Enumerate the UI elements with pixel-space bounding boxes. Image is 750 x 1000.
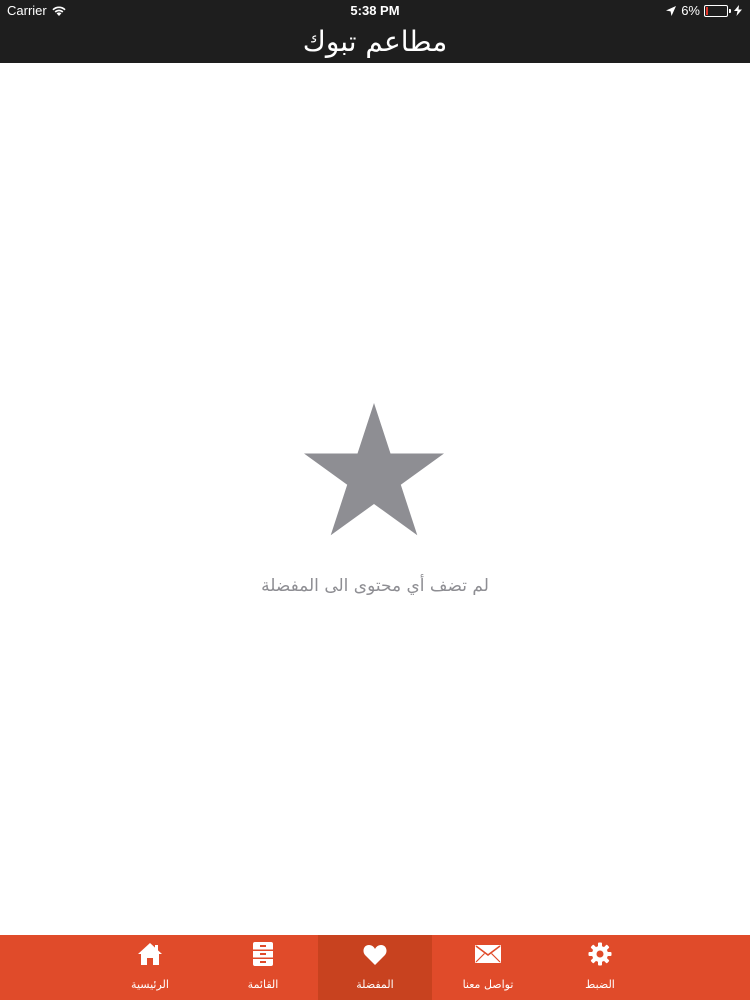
tab-label-settings: الضبط — [585, 978, 615, 991]
tab-settings[interactable]: الضبط — [543, 935, 657, 1000]
status-bar: Carrier 5:38 PM 6% — [0, 0, 750, 20]
tab-favorites[interactable]: المفضلة — [318, 935, 432, 1000]
tab-label-contact: تواصل معنا — [462, 978, 514, 991]
envelope-icon-wrap — [431, 941, 545, 967]
battery-nub — [729, 8, 731, 13]
home-icon — [138, 943, 162, 965]
tab-home[interactable]: الرئيسية — [93, 935, 207, 1000]
battery-fill — [706, 6, 708, 15]
tab-label-home: الرئيسية — [131, 978, 169, 991]
envelope-icon — [475, 945, 501, 963]
gear-icon — [588, 942, 612, 966]
star-icon — [304, 403, 444, 536]
tab-label-favorites: المفضلة — [356, 978, 394, 991]
nav-bar: مطاعم تبوك — [0, 20, 750, 63]
tab-list[interactable]: القائمة — [206, 935, 320, 1000]
charging-bolt-icon — [734, 5, 742, 16]
heart-icon-wrap — [318, 941, 432, 967]
tab-contact[interactable]: تواصل معنا — [431, 935, 545, 1000]
cabinet-icon — [253, 942, 273, 966]
battery-icon — [704, 4, 731, 17]
home-icon-wrap — [93, 941, 207, 967]
tab-label-list: القائمة — [247, 978, 279, 991]
battery-percent: 6% — [681, 3, 700, 18]
empty-favorites-message: لم تضف أي محتوى الى المفضلة — [261, 576, 489, 596]
heart-icon — [363, 944, 387, 965]
gear-icon-wrap — [543, 941, 657, 967]
location-arrow-icon — [666, 5, 677, 16]
page-title: مطاعم تبوك — [302, 25, 448, 58]
cabinet-icon-wrap — [206, 941, 320, 967]
status-right: 6% — [666, 3, 742, 18]
status-time: 5:38 PM — [350, 3, 400, 18]
tab-bar: الرئيسية القائمة المفضلة تواصل معنا الضب… — [0, 935, 750, 1000]
favorites-content: لم تضف أي محتوى الى المفضلة — [0, 63, 750, 935]
